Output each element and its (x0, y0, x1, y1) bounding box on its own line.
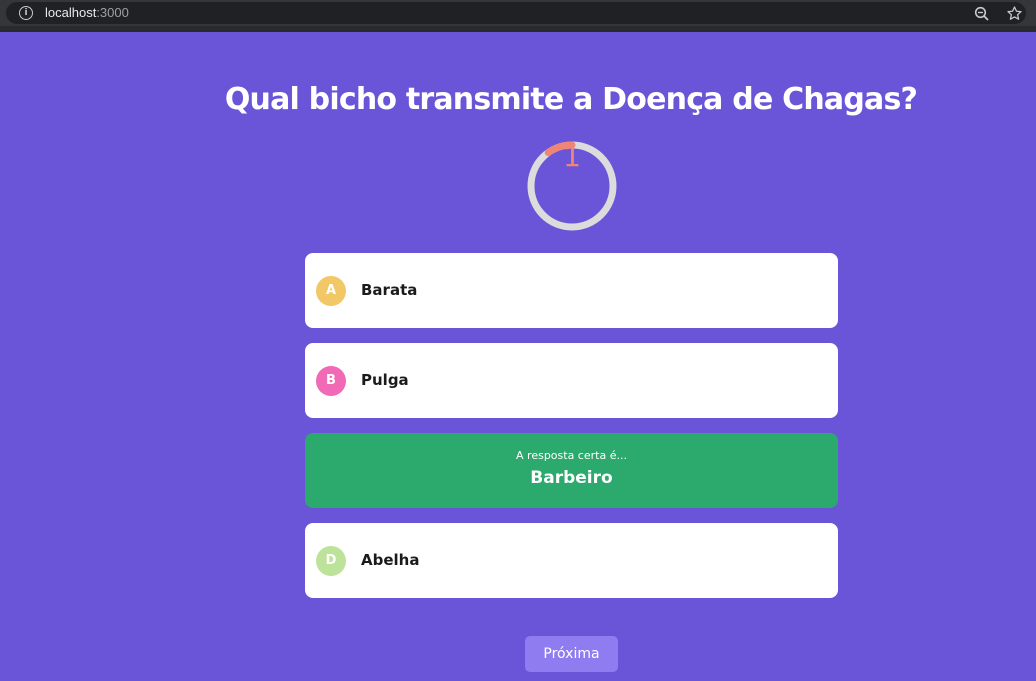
url-host: localhost (45, 5, 97, 20)
info-icon[interactable]: i (19, 6, 33, 20)
option-label: Abelha (361, 551, 420, 569)
timer-value: 1 (563, 140, 581, 173)
countdown-timer: 1 (526, 140, 618, 232)
correct-answer-caption: A resposta certa é... (516, 449, 627, 462)
correct-answer-card: A resposta certa é... Barbeiro (305, 433, 838, 508)
option-a[interactable]: A Barata (305, 253, 838, 328)
bookmark-star-icon[interactable] (1006, 5, 1023, 26)
question-title: Qual bicho transmite a Doença de Chagas? (224, 82, 918, 117)
option-letter-badge: B (316, 366, 346, 396)
option-d[interactable]: D Abelha (305, 523, 838, 598)
correct-answer-value: Barbeiro (530, 468, 613, 488)
url-text[interactable]: localhost:3000 (45, 5, 129, 20)
option-b[interactable]: B Pulga (305, 343, 838, 418)
zoom-out-icon[interactable] (974, 6, 990, 26)
option-letter-badge: D (316, 546, 346, 576)
option-label: Barata (361, 281, 418, 299)
toolbar-divider (0, 26, 1036, 32)
browser-toolbar: i localhost:3000 (0, 0, 1036, 28)
option-letter-badge: A (316, 276, 346, 306)
address-bar[interactable]: i localhost:3000 (6, 2, 1026, 24)
option-label: Pulga (361, 371, 409, 389)
url-port: :3000 (96, 5, 129, 20)
next-button[interactable]: Próxima (525, 636, 618, 672)
